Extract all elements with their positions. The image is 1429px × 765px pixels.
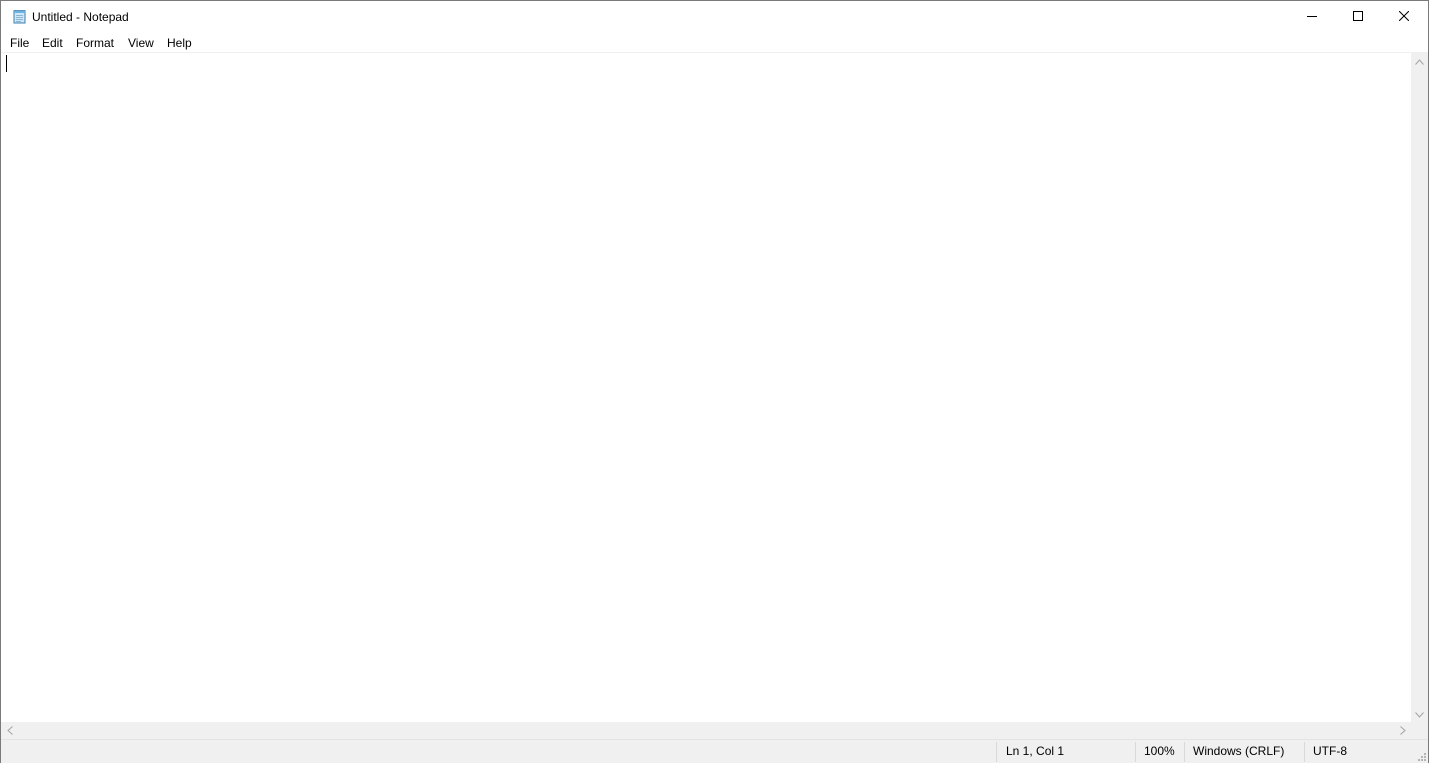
menu-edit[interactable]: Edit xyxy=(41,34,64,52)
scroll-up-button[interactable] xyxy=(1411,52,1428,69)
close-button[interactable] xyxy=(1381,1,1427,32)
status-line-ending: Windows (CRLF) xyxy=(1193,744,1285,758)
text-editor[interactable] xyxy=(1,52,1411,723)
status-encoding: UTF-8 xyxy=(1313,744,1347,758)
chevron-down-icon xyxy=(1415,707,1424,721)
chevron-left-icon xyxy=(6,724,13,738)
maximize-icon xyxy=(1353,10,1363,24)
status-divider xyxy=(1184,742,1185,762)
close-icon xyxy=(1398,10,1410,24)
minimize-button[interactable] xyxy=(1289,1,1335,32)
status-bar: Ln 1, Col 1 100% Windows (CRLF) UTF-8 xyxy=(1,739,1428,763)
status-divider xyxy=(996,742,997,762)
minimize-icon xyxy=(1307,10,1317,24)
notepad-icon[interactable] xyxy=(12,9,27,24)
status-zoom: 100% xyxy=(1144,744,1175,758)
window-title: Untitled - Notepad xyxy=(32,10,129,24)
scroll-left-button[interactable] xyxy=(1,722,18,739)
text-caret xyxy=(6,55,7,72)
menu-format[interactable]: Format xyxy=(75,34,115,52)
maximize-button[interactable] xyxy=(1335,1,1381,32)
scrollbar-corner xyxy=(1411,722,1428,739)
menu-help[interactable]: Help xyxy=(166,34,193,52)
menu-file[interactable]: File xyxy=(9,34,30,52)
menu-bar: File Edit Format View Help xyxy=(1,32,1428,52)
horizontal-scrollbar[interactable] xyxy=(1,722,1411,739)
chevron-right-icon xyxy=(1399,724,1406,738)
notepad-window: Untitled - Notepad File Edit Format View xyxy=(0,0,1429,763)
status-divider xyxy=(1304,742,1305,762)
title-bar[interactable]: Untitled - Notepad xyxy=(1,1,1428,32)
status-divider xyxy=(1135,742,1136,762)
chevron-up-icon xyxy=(1415,54,1424,68)
status-cursor-position: Ln 1, Col 1 xyxy=(1006,744,1065,758)
scroll-right-button[interactable] xyxy=(1394,722,1411,739)
menu-view[interactable]: View xyxy=(127,34,155,52)
scroll-down-button[interactable] xyxy=(1411,705,1428,722)
vertical-scrollbar[interactable] xyxy=(1411,52,1428,722)
resize-grip-icon[interactable] xyxy=(1415,750,1427,762)
